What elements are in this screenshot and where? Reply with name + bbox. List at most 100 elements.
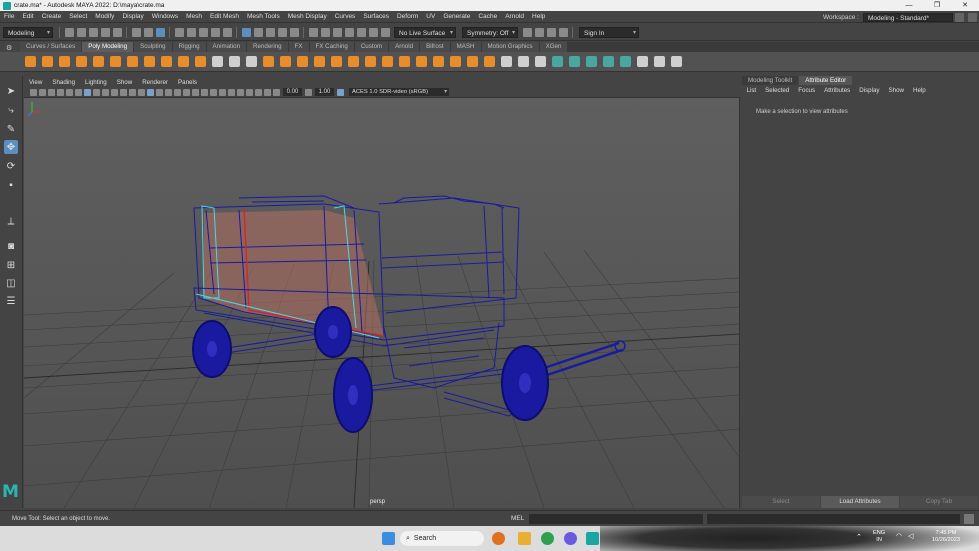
menu-file[interactable]: File — [0, 13, 18, 20]
render-current-icon[interactable] — [344, 27, 354, 37]
ipr-render-icon[interactable] — [356, 27, 366, 37]
xray-joints-icon[interactable] — [255, 88, 262, 96]
script-editor-icon[interactable] — [964, 514, 974, 524]
ae-menu-selected[interactable]: Selected — [761, 87, 794, 94]
paint-select-tool-icon[interactable]: ✎ — [4, 122, 18, 136]
sculpt-icon[interactable] — [212, 56, 223, 67]
maximize-button[interactable]: ❐ — [923, 0, 951, 11]
smooth-icon[interactable] — [263, 56, 274, 67]
menu-curves[interactable]: Curves — [331, 13, 360, 20]
menu-surfaces[interactable]: Surfaces — [359, 13, 393, 20]
undo-icon[interactable] — [100, 27, 110, 37]
smooth-shade-icon[interactable] — [156, 88, 163, 96]
rotate-tool-icon[interactable]: ⟳ — [4, 159, 18, 173]
bridge-icon[interactable] — [365, 56, 376, 67]
bevel-icon[interactable] — [382, 56, 393, 67]
shelf-tab-animation[interactable]: Animation — [206, 42, 247, 52]
hypershade-icon[interactable] — [380, 27, 390, 37]
shelf-tab-fx-caching[interactable]: FX Caching — [309, 42, 354, 52]
file-explorer-icon[interactable] — [518, 532, 531, 545]
poly-superellipse-icon[interactable] — [161, 56, 172, 67]
two-d-pan-icon[interactable] — [66, 88, 73, 96]
menu-generate[interactable]: Generate — [439, 13, 474, 20]
automatic-uv-icon[interactable] — [569, 56, 580, 67]
pause-icon[interactable] — [558, 27, 568, 37]
panel-menu-shading[interactable]: Shading — [47, 79, 80, 86]
boolean-difference-icon[interactable] — [297, 56, 308, 67]
poly-type-icon[interactable] — [178, 56, 189, 67]
construction-history-icon[interactable] — [320, 27, 330, 37]
motion-blur-icon[interactable] — [210, 88, 217, 96]
ae-menu-display[interactable]: Display — [855, 87, 884, 94]
snap-point-icon[interactable] — [265, 27, 275, 37]
poly-cone-icon[interactable] — [76, 56, 87, 67]
start-icon[interactable] — [382, 532, 395, 545]
select-camera-icon[interactable] — [30, 88, 37, 96]
language-indicator[interactable]: ENG IN — [873, 530, 885, 544]
menu-deform[interactable]: Deform — [393, 13, 422, 20]
shelf-tab-arnold[interactable]: Arnold — [389, 42, 420, 52]
menu-mesh-display[interactable]: Mesh Display — [284, 13, 331, 20]
menu-create[interactable]: Create — [38, 13, 66, 20]
view-transform-dropdown[interactable]: ACES 1.0 SDR-video (sRGB) — [349, 88, 449, 96]
xray-icon[interactable] — [246, 88, 253, 96]
clock[interactable]: 7:45 PM 10/26/2023 — [932, 530, 960, 544]
shelf-tab-xgen[interactable]: XGen — [539, 42, 568, 52]
last-tool-icon[interactable]: ⟂ — [4, 214, 18, 228]
shelf-tab-sculpting[interactable]: Sculpting — [134, 42, 172, 52]
depth-of-field-icon[interactable] — [228, 88, 235, 96]
panel-menu-lighting[interactable]: Lighting — [80, 79, 112, 86]
multi-cut-icon[interactable] — [501, 56, 512, 67]
wireframe-on-shaded-icon[interactable] — [165, 88, 172, 96]
target-weld-icon[interactable] — [484, 56, 495, 67]
boolean-union-icon[interactable] — [280, 56, 291, 67]
make-live-icon[interactable] — [289, 27, 299, 37]
color-management-icon[interactable] — [337, 88, 344, 96]
single-perspective-layout-icon[interactable]: ◙ — [4, 239, 18, 253]
select-by-joint-icon[interactable] — [186, 27, 196, 37]
layout-icon[interactable] — [968, 12, 977, 22]
mirror-icon[interactable] — [331, 56, 342, 67]
camera-icon[interactable] — [534, 27, 544, 37]
exposure-icon[interactable] — [273, 88, 280, 96]
modeling-toolkit-icon[interactable] — [522, 27, 532, 37]
volume-icon[interactable]: ◁ — [908, 533, 913, 540]
ae-menu-show[interactable]: Show — [884, 87, 908, 94]
play-icon[interactable] — [546, 27, 556, 37]
fill-hole-icon[interactable] — [399, 56, 410, 67]
shelf-menu-icon[interactable]: ⚙ — [6, 44, 12, 52]
poly-plane-icon[interactable] — [110, 56, 121, 67]
panel-menu-panels[interactable]: Panels — [173, 79, 202, 86]
collapse-icon[interactable] — [450, 56, 461, 67]
menu-mesh[interactable]: Mesh — [182, 13, 206, 20]
tab-modeling-toolkit[interactable]: Modeling Toolkit — [742, 76, 799, 85]
menu-uv[interactable]: UV — [422, 13, 439, 20]
panel-menu-renderer[interactable]: Renderer — [137, 79, 173, 86]
widget-icon[interactable] — [492, 532, 505, 545]
render-view-icon[interactable] — [332, 27, 342, 37]
close-button[interactable]: ✕ — [951, 0, 979, 11]
open-scene-icon[interactable] — [76, 27, 86, 37]
image-plane-icon[interactable] — [57, 88, 64, 96]
ae-menu-list[interactable]: List — [742, 87, 761, 94]
live-surface-dropdown[interactable]: No Live Surface — [394, 26, 456, 39]
exposure-field[interactable]: 0.00 — [283, 88, 302, 96]
camera-attributes-icon[interactable] — [39, 88, 46, 96]
shelf-tab-poly-modeling[interactable]: Poly Modeling — [82, 42, 134, 52]
ae-menu-help[interactable]: Help — [909, 87, 931, 94]
menu-cache[interactable]: Cache — [474, 13, 501, 20]
shelf-tab-rendering[interactable]: Rendering — [247, 42, 288, 52]
screen-space-ao-icon[interactable] — [201, 88, 208, 96]
maya-taskbar-icon[interactable] — [586, 532, 599, 545]
taskbar-search[interactable]: ⌕ Search — [400, 531, 484, 546]
extrude-icon[interactable] — [348, 56, 359, 67]
select-by-handle-icon[interactable] — [174, 27, 184, 37]
shelf-tab-curves-surfaces[interactable]: Curves / Surfaces — [20, 42, 82, 52]
move-tool-icon[interactable]: ✥ — [4, 140, 18, 154]
gate-mask-icon[interactable] — [111, 88, 118, 96]
outliner-layout-icon[interactable]: ☰ — [4, 294, 18, 308]
merge-icon[interactable] — [433, 56, 444, 67]
cut-sew-icon[interactable] — [671, 56, 682, 67]
menu-mesh-tools[interactable]: Mesh Tools — [243, 13, 284, 20]
tab-attribute-editor[interactable]: Attribute Editor — [799, 76, 853, 85]
